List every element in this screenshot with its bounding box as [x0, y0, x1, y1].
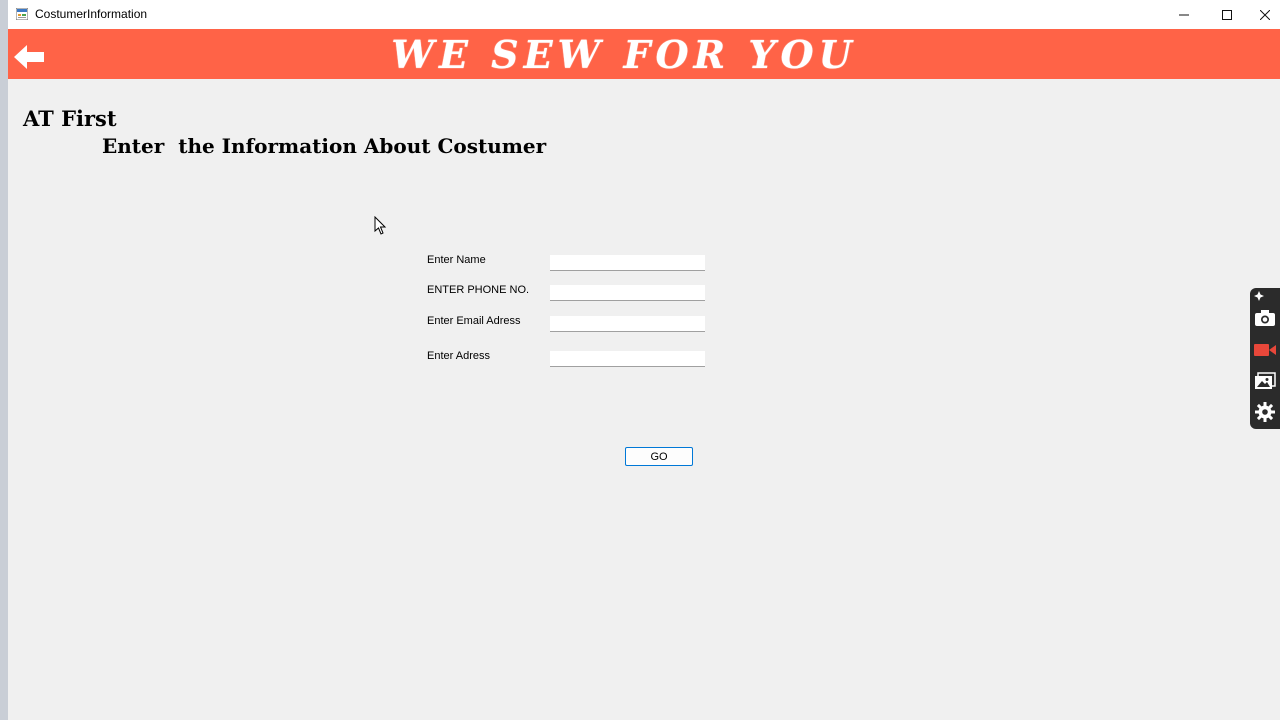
pin-icon: [1254, 291, 1264, 301]
camera-icon: [1255, 310, 1275, 326]
maximize-button[interactable]: [1206, 0, 1248, 29]
email-label: Enter Email Adress: [427, 315, 521, 327]
gallery-icon: [1255, 372, 1276, 389]
pin-button[interactable]: [1252, 288, 1266, 304]
desktop-background: [0, 0, 8, 720]
video-record-icon: [1254, 344, 1276, 356]
gallery-button[interactable]: [1253, 369, 1277, 393]
phone-label: ENTER PHONE NO.: [427, 284, 530, 296]
screenshot-button[interactable]: [1253, 306, 1277, 330]
close-button[interactable]: [1249, 0, 1280, 29]
address-label: Enter Adress: [427, 350, 490, 362]
go-button[interactable]: GO: [625, 447, 693, 466]
app-window: CostumerInformation WE SEW FOR YOU AT Fi…: [8, 0, 1280, 720]
record-button[interactable]: [1253, 338, 1277, 362]
settings-gear-icon: [1255, 402, 1275, 422]
instruction-heading: Enter the Information About Costumer: [102, 134, 547, 158]
address-input[interactable]: [550, 351, 705, 367]
email-input[interactable]: [550, 316, 705, 332]
settings-button[interactable]: [1253, 400, 1277, 424]
mouse-cursor-icon: [374, 216, 387, 235]
phone-input[interactable]: [550, 285, 705, 301]
maximize-icon: [1222, 9, 1232, 20]
name-label: Enter Name: [427, 254, 486, 266]
capture-toolbar: [1250, 288, 1280, 429]
minimize-button[interactable]: [1163, 0, 1205, 29]
name-input[interactable]: [550, 255, 705, 271]
app-form-icon: [16, 8, 28, 20]
close-icon: [1259, 9, 1270, 20]
screen: CostumerInformation WE SEW FOR YOU AT Fi…: [0, 0, 1280, 720]
banner-title: WE SEW FOR YOU: [391, 32, 857, 77]
header-banner: WE SEW FOR YOU: [8, 29, 1280, 79]
minimize-icon: [1179, 14, 1189, 15]
title-bar[interactable]: CostumerInformation: [8, 0, 1280, 29]
window-title: CostumerInformation: [35, 7, 148, 21]
intro-heading: AT First: [23, 106, 117, 131]
